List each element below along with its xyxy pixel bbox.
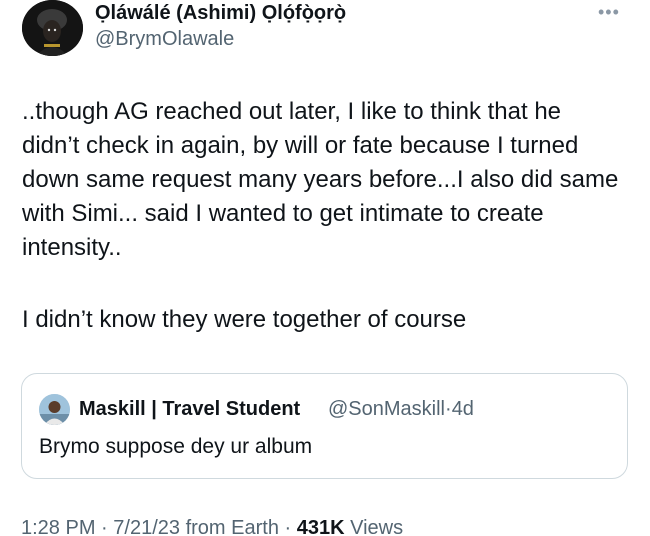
quoted-meta: @SonMaskill·4d	[328, 398, 474, 421]
tweet-time[interactable]: 1:28 PM	[21, 517, 95, 536]
more-horizontal-icon[interactable]: •••	[598, 2, 628, 22]
quoted-avatar-image	[39, 394, 70, 425]
footer-separator: ·	[101, 517, 108, 536]
quoted-author-avatar[interactable]	[39, 394, 70, 425]
quoted-separator: ·	[445, 398, 452, 420]
quoted-text: Brymo suppose dey ur album	[39, 435, 313, 458]
tweet-text: ..though AG reached out later, I like to…	[22, 95, 622, 337]
author-display-name[interactable]: Ọláwálé (Ashimi) Ọlọ́fọ̀ọrọ̀	[95, 2, 346, 25]
footer-separator: ·	[284, 517, 292, 536]
views-count: 431K	[296, 517, 345, 536]
author-handle[interactable]: @BrymOlawale	[95, 28, 234, 51]
quoted-age[interactable]: 4d	[452, 398, 474, 420]
tweet-date[interactable]: 7/21/23	[113, 517, 180, 536]
views-label: Views	[350, 517, 404, 536]
author-avatar[interactable]	[22, 0, 83, 56]
quoted-display-name[interactable]: Maskill | Travel Student	[79, 398, 300, 421]
author-avatar-image	[22, 0, 83, 56]
tweet: Ọláwálé (Ashimi) Ọlọ́fọ̀ọrọ̀ @BrymOlawal…	[0, 0, 650, 536]
tweet-paragraph-2: I didn’t know they were together of cour…	[22, 306, 467, 333]
tweet-footer: 1:28 PM · 7/21/23 from Earth · 431K View…	[21, 517, 403, 536]
tweet-paragraph-1: ..though AG reached out later, I like to…	[22, 98, 619, 261]
quoted-tweet[interactable]: Maskill | Travel Student @SonMaskill·4d …	[21, 373, 628, 479]
quoted-handle[interactable]: @SonMaskill	[328, 398, 445, 420]
tweet-source: from Earth	[185, 517, 279, 536]
tweet-header: Ọláwálé (Ashimi) Ọlọ́fọ̀ọrọ̀ @BrymOlawal…	[22, 0, 632, 60]
